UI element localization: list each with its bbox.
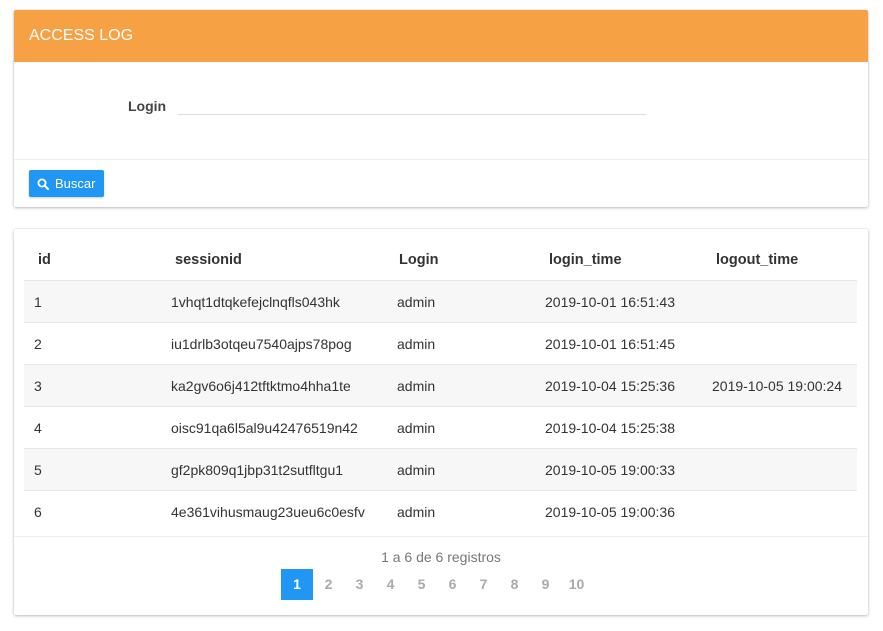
cell-sessionid: ka2gv6o6j412tftktmo4hha1te (171, 364, 397, 407)
page-button-4[interactable]: 4 (375, 569, 406, 600)
login-input[interactable] (178, 92, 646, 115)
table-row[interactable]: 3 ka2gv6o6j412tftktmo4hha1te admin 2019-… (24, 364, 857, 407)
access-log-table: id sessionid Login login_time logout_tim… (24, 239, 857, 532)
cell-id: 2 (24, 322, 171, 365)
page-button-3[interactable]: 3 (344, 569, 375, 600)
cell-id: 4 (24, 406, 171, 449)
search-button-label: Buscar (55, 176, 96, 191)
table-row[interactable]: 1 1vhqt1dtqkefejclnqfls043hk admin 2019-… (24, 280, 857, 323)
cell-login: admin (397, 322, 545, 365)
search-button[interactable]: Buscar (29, 170, 105, 197)
search-panel: ACCESS LOG Login Buscar (14, 10, 868, 207)
column-header-login-time[interactable]: login_time (545, 239, 712, 281)
column-header-sessionid[interactable]: sessionid (171, 239, 397, 281)
panel-title: ACCESS LOG (14, 10, 868, 62)
cell-login-time: 2019-10-01 16:51:45 (545, 322, 712, 365)
cell-login: admin (397, 448, 545, 491)
cell-login: admin (397, 280, 545, 323)
pagination-info: 1 a 6 de 6 registros (381, 549, 501, 565)
page-button-10[interactable]: 10 (561, 569, 592, 600)
cell-login: admin (397, 490, 545, 532)
page-button-9[interactable]: 9 (530, 569, 561, 600)
page-button-8[interactable]: 8 (499, 569, 530, 600)
cell-sessionid: iu1drlb3otqeu7540ajps78pog (171, 322, 397, 365)
pagination-divider (14, 536, 868, 537)
cell-id: 1 (24, 280, 171, 323)
cell-id: 3 (24, 364, 171, 407)
cell-login-time: 2019-10-04 15:25:36 (545, 364, 712, 407)
table-row[interactable]: 2 iu1drlb3otqeu7540ajps78pog admin 2019-… (24, 322, 857, 365)
column-header-logout-time[interactable]: logout_time (712, 239, 857, 281)
cell-login-time: 2019-10-05 19:00:33 (545, 448, 712, 491)
pagination: 1 2 3 4 5 6 7 8 9 10 (281, 569, 592, 600)
cell-logout-time (712, 406, 857, 449)
cell-login-time: 2019-10-04 15:25:38 (545, 406, 712, 449)
cell-id: 6 (24, 490, 171, 532)
table-header-row: id sessionid Login login_time logout_tim… (24, 239, 857, 281)
cell-logout-time (712, 448, 857, 491)
page-button-5[interactable]: 5 (406, 569, 437, 600)
cell-sessionid: 4e361vihusmaug23ueu6c0esfv (171, 490, 397, 532)
results-panel: id sessionid Login login_time logout_tim… (14, 229, 868, 615)
cell-logout-time: 2019-10-05 19:00:24 (712, 364, 857, 407)
cell-logout-time (712, 322, 857, 365)
cell-sessionid: oisc91qa6l5al9u42476519n42 (171, 406, 397, 449)
table-row[interactable]: 6 4e361vihusmaug23ueu6c0esfv admin 2019-… (24, 490, 857, 532)
cell-login: admin (397, 406, 545, 449)
cell-login-time: 2019-10-05 19:00:36 (545, 490, 712, 532)
cell-sessionid: gf2pk809q1jbp31t2sutfltgu1 (171, 448, 397, 491)
table-row[interactable]: 5 gf2pk809q1jbp31t2sutfltgu1 admin 2019-… (24, 448, 857, 491)
page-button-6[interactable]: 6 (437, 569, 468, 600)
login-label: Login (128, 98, 167, 114)
table-row[interactable]: 4 oisc91qa6l5al9u42476519n42 admin 2019-… (24, 406, 857, 449)
column-header-id[interactable]: id (24, 239, 171, 281)
cell-id: 5 (24, 448, 171, 491)
search-icon (37, 178, 49, 190)
cell-login: admin (397, 364, 545, 407)
page-button-7[interactable]: 7 (468, 569, 499, 600)
page-button-1[interactable]: 1 (281, 569, 313, 600)
page-button-2[interactable]: 2 (313, 569, 344, 600)
column-header-login[interactable]: Login (397, 239, 545, 281)
cell-login-time: 2019-10-01 16:51:43 (545, 280, 712, 323)
panel-divider (14, 159, 868, 160)
cell-logout-time (712, 280, 857, 323)
cell-logout-time (712, 490, 857, 532)
cell-sessionid: 1vhqt1dtqkefejclnqfls043hk (171, 280, 397, 323)
